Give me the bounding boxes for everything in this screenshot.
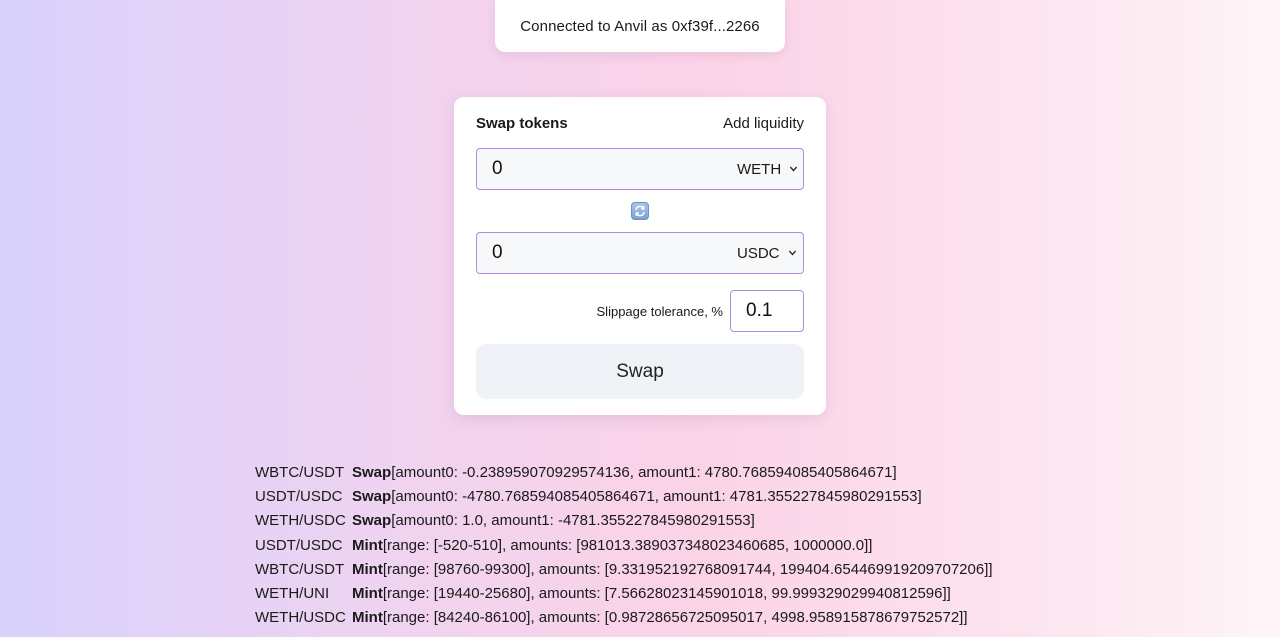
events-log: WBTC/USDT Swap [amount0: -0.238959070929…: [255, 461, 993, 630]
event-details: [range: [84240-86100], amounts: [0.98728…: [382, 609, 968, 627]
event-type: Swap: [352, 464, 392, 481]
event-type: Swap: [352, 512, 392, 530]
event-pair: USDT/USDC: [255, 536, 343, 554]
slippage-label: Slippage tolerance, %: [596, 303, 723, 319]
slippage-input[interactable]: [730, 290, 804, 332]
switch-tokens-area: [476, 190, 804, 232]
to-token-label: USDC: [737, 244, 780, 262]
event-row: WBTC/USDT Mint [range: [98760-99300], am…: [255, 558, 993, 582]
event-row: WETH/UNI Mint [range: [19440-25680], amo…: [255, 582, 993, 606]
to-amount-input[interactable]: [492, 242, 737, 264]
event-pair: WETH/USDC: [255, 512, 346, 530]
tab-swap-tokens[interactable]: Swap tokens: [476, 115, 568, 132]
event-row: USDT/USDC Swap [amount0: -4780.768594085…: [255, 485, 993, 509]
swap-button[interactable]: Swap: [476, 344, 804, 399]
swap-arrows-icon[interactable]: [631, 202, 649, 220]
connection-status: Connected to Anvil as 0xf39f...2266: [495, 0, 785, 52]
event-pair: WBTC/USDT: [255, 560, 345, 578]
to-token-select[interactable]: USDC: [737, 245, 797, 262]
event-row: WETH/USDC Mint [range: [84240-86100], am…: [255, 606, 993, 630]
event-type: Mint: [352, 609, 383, 627]
event-pair: WETH/UNI: [255, 585, 330, 603]
from-token-label: WETH: [737, 160, 782, 178]
event-details: [range: [-520-510], amounts: [981013.389…: [382, 536, 873, 554]
swap-card: Swap tokens Add liquidity WETH USDC: [454, 97, 826, 415]
event-type: Mint: [352, 536, 383, 554]
chevron-down-icon: [790, 163, 798, 175]
connection-status-text: Connected to Anvil as 0xf39f...2266: [520, 17, 760, 35]
from-amount-input[interactable]: [492, 158, 737, 180]
event-type: Mint: [352, 560, 383, 578]
event-details: [amount0: 1.0, amount1: -4781.3552278459…: [391, 512, 755, 530]
event-pair: WBTC/USDT: [255, 464, 345, 481]
tab-add-liquidity[interactable]: Add liquidity: [723, 115, 804, 132]
slippage-row: Slippage tolerance, %: [476, 290, 804, 332]
event-details: [range: [98760-99300], amounts: [9.33195…: [382, 560, 993, 578]
event-row: WBTC/USDT Swap [amount0: -0.238959070929…: [255, 461, 993, 485]
from-token-select[interactable]: WETH: [737, 161, 798, 178]
card-tabs: Swap tokens Add liquidity: [476, 115, 804, 132]
event-details: [amount0: -0.238959070929574136, amount1…: [391, 464, 897, 481]
event-type: Mint: [352, 585, 383, 603]
event-type: Swap: [352, 488, 392, 506]
event-pair: WETH/USDC: [255, 609, 346, 627]
event-details: [amount0: -4780.768594085405864671, amou…: [391, 488, 922, 506]
event-details: [range: [19440-25680], amounts: [7.56628…: [382, 585, 951, 603]
event-pair: USDT/USDC: [255, 488, 343, 506]
chevron-down-icon: [788, 247, 796, 259]
to-token-row: USDC: [476, 232, 804, 274]
event-row: USDT/USDC Mint [range: [-520-510], amoun…: [255, 534, 993, 558]
from-token-row: WETH: [476, 148, 804, 190]
event-row: WETH/USDC Swap [amount0: 1.0, amount1: -…: [255, 509, 993, 533]
